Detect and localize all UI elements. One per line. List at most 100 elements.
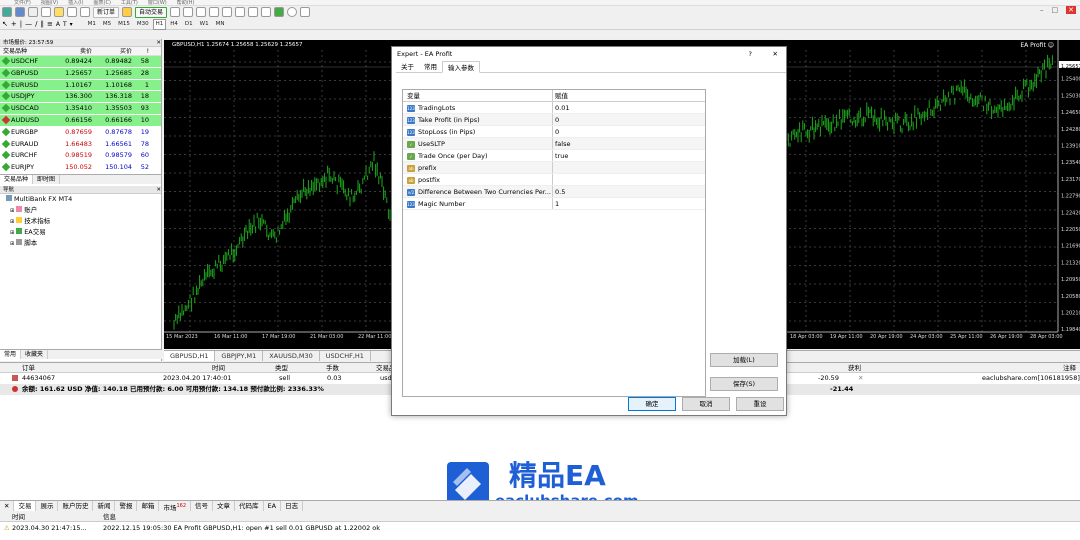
navigator-item[interactable]: ⊞ EA交易 — [0, 227, 161, 238]
terminal-close-icon[interactable]: ✕ — [0, 501, 15, 511]
chart-tab[interactable]: XAUUSD,M30 — [263, 351, 320, 361]
tab-inputs[interactable]: 输入参数 — [442, 61, 480, 73]
terminal-icon[interactable] — [67, 7, 77, 17]
quote-row[interactable]: USDCAD 1.35410 1.35503 93 — [0, 103, 161, 115]
terminal-tab[interactable]: 日志 — [281, 501, 304, 511]
menu-window[interactable]: 窗口(W) — [148, 0, 167, 6]
grid-col-variable[interactable]: 变量 — [403, 90, 553, 101]
line-chart-icon[interactable] — [196, 7, 207, 17]
col-spread[interactable]: ! — [134, 47, 152, 55]
ok-button[interactable]: 确定 — [628, 397, 676, 411]
timeframe-h4[interactable]: H4 — [167, 19, 181, 30]
param-row[interactable]: ✓ UseSLTP false — [403, 138, 705, 150]
navigator-icon[interactable] — [54, 7, 64, 17]
param-row[interactable]: 123 StopLoss (in Pips) 0 — [403, 126, 705, 138]
tab-about[interactable]: 关于 — [396, 61, 419, 72]
label-icon[interactable]: T — [63, 21, 67, 28]
text-icon[interactable]: A — [56, 21, 60, 28]
zoom-out-icon[interactable] — [222, 7, 233, 17]
timeframe-m15[interactable]: M15 — [115, 19, 133, 30]
terminal-tab[interactable]: EA — [264, 501, 282, 511]
menu-charts[interactable]: 图表(C) — [94, 0, 111, 6]
menu-help[interactable]: 帮助(H) — [177, 0, 195, 6]
bar-chart-icon[interactable] — [170, 7, 181, 17]
trendline-icon[interactable]: / — [35, 20, 37, 28]
reset-button[interactable]: 重设 — [736, 397, 784, 411]
fibo-icon[interactable]: ≡ — [47, 20, 53, 28]
param-value[interactable]: 0.5 — [553, 186, 705, 197]
indicators-icon[interactable] — [274, 7, 285, 17]
terminal-tab[interactable]: 账户历史 — [58, 501, 94, 511]
cursor-icon[interactable]: ↖ — [2, 20, 8, 28]
col-symbol[interactable]: 交易品种 — [0, 47, 58, 55]
navigator-item[interactable]: ⊞ 技术指标 — [0, 216, 161, 227]
param-row[interactable]: ab prefix — [403, 162, 705, 174]
restore-icon[interactable]: □ — [1052, 6, 1059, 14]
hdr-order[interactable]: 订单 — [22, 363, 35, 373]
hdr-profit[interactable]: 获利 — [848, 363, 861, 373]
tester-icon[interactable] — [80, 7, 90, 17]
profiles-icon[interactable] — [15, 7, 25, 17]
chart-tab[interactable]: USDCHF,H1 — [320, 351, 371, 361]
param-value[interactable]: false — [553, 138, 705, 149]
param-row[interactable]: v/2 Difference Between Two Currencies Per… — [403, 186, 705, 198]
col-ask[interactable]: 买价 — [94, 47, 134, 55]
expand-icon[interactable]: ⊞ — [10, 219, 14, 225]
journal-col-message[interactable]: 信息 — [103, 512, 116, 522]
expand-icon[interactable]: ⊞ — [10, 241, 14, 247]
chart-tab[interactable]: GBPJPY,M1 — [215, 351, 264, 361]
menu-file[interactable]: 文件(F) — [14, 0, 31, 6]
quote-row[interactable]: USDJPY 136.300 136.318 18 — [0, 91, 161, 104]
terminal-tab[interactable]: 市场162 — [159, 501, 191, 512]
chart-tab[interactable]: GBPUSD,H1 — [164, 351, 216, 361]
quote-row[interactable]: AUDUSD 0.66156 0.66166 10 — [0, 114, 161, 127]
timeframe-m5[interactable]: M5 — [100, 19, 114, 30]
tab-favorites[interactable]: 收藏夹 — [21, 350, 49, 359]
hdr-time[interactable]: 时间 — [212, 363, 225, 373]
terminal-tab[interactable]: 代码库 — [235, 501, 264, 511]
terminal-tab[interactable]: 新闻 — [93, 501, 116, 511]
expand-icon[interactable]: ⊞ — [10, 208, 14, 214]
hdr-comment[interactable]: 注释 — [1063, 363, 1076, 373]
param-value[interactable]: 0.01 — [553, 102, 705, 113]
metaeditor-icon[interactable] — [122, 7, 133, 17]
param-value[interactable] — [553, 174, 705, 185]
terminal-tab[interactable]: 展示 — [36, 501, 59, 511]
new-order-button[interactable]: 新订单 — [93, 6, 120, 18]
param-value[interactable]: 0 — [553, 114, 705, 125]
param-value[interactable] — [553, 162, 705, 173]
minimize-icon[interactable]: – — [1040, 6, 1044, 14]
hdr-type[interactable]: 类型 — [275, 363, 288, 373]
menu-view[interactable]: 视图(V) — [41, 0, 58, 6]
param-value[interactable]: 0 — [553, 126, 705, 137]
dialog-close-icon[interactable]: ✕ — [773, 47, 778, 61]
expand-icon[interactable]: ⊞ — [10, 230, 14, 236]
timeframe-m1[interactable]: M1 — [85, 19, 99, 30]
menu-insert[interactable]: 插入(I) — [68, 0, 83, 6]
quote-row[interactable]: EURJPY 150.052 150.104 52 — [0, 162, 161, 174]
autotrading-button[interactable]: 自动交易 — [135, 6, 168, 18]
journal-row[interactable]: ⚠ 2023.04.30 21:47:15... 2022.12.15 19:0… — [0, 522, 1080, 534]
timeframe-m30[interactable]: M30 — [134, 19, 152, 30]
tab-symbols[interactable]: 交易品种 — [0, 174, 34, 184]
chart-shift-icon[interactable] — [261, 7, 272, 17]
quote-row[interactable]: GBPUSD 1.25657 1.25685 28 — [0, 67, 161, 80]
periods-icon[interactable] — [287, 7, 298, 17]
navigator-close-icon[interactable]: ✕ — [156, 186, 161, 193]
timeframe-h1[interactable]: H1 — [152, 18, 167, 30]
timeframe-mn[interactable]: MN — [213, 19, 228, 30]
param-row[interactable]: ✓ Trade Once (per Day) true — [403, 150, 705, 162]
tile-icon[interactable] — [235, 7, 246, 17]
quote-row[interactable]: EURUSD 1.10167 1.10168 1 — [0, 79, 161, 92]
save-button[interactable]: 保存(S) — [710, 377, 778, 391]
tab-tick-chart[interactable]: 即时图 — [33, 174, 61, 184]
param-row[interactable]: 123 Magic Number 1 — [403, 198, 705, 210]
quote-row[interactable]: USDCHF 0.89424 0.89482 58 — [0, 56, 161, 68]
navigator-root[interactable]: MultiBank FX MT4 — [0, 194, 161, 205]
new-chart-icon[interactable] — [2, 7, 12, 17]
load-button[interactable]: 加载(L) — [710, 353, 778, 367]
grid-col-value[interactable]: 赋值 — [553, 90, 705, 101]
cancel-button[interactable]: 取消 — [682, 397, 730, 411]
terminal-tab[interactable]: 邮箱 — [137, 501, 160, 511]
journal-col-time[interactable]: 时间 — [12, 512, 25, 522]
